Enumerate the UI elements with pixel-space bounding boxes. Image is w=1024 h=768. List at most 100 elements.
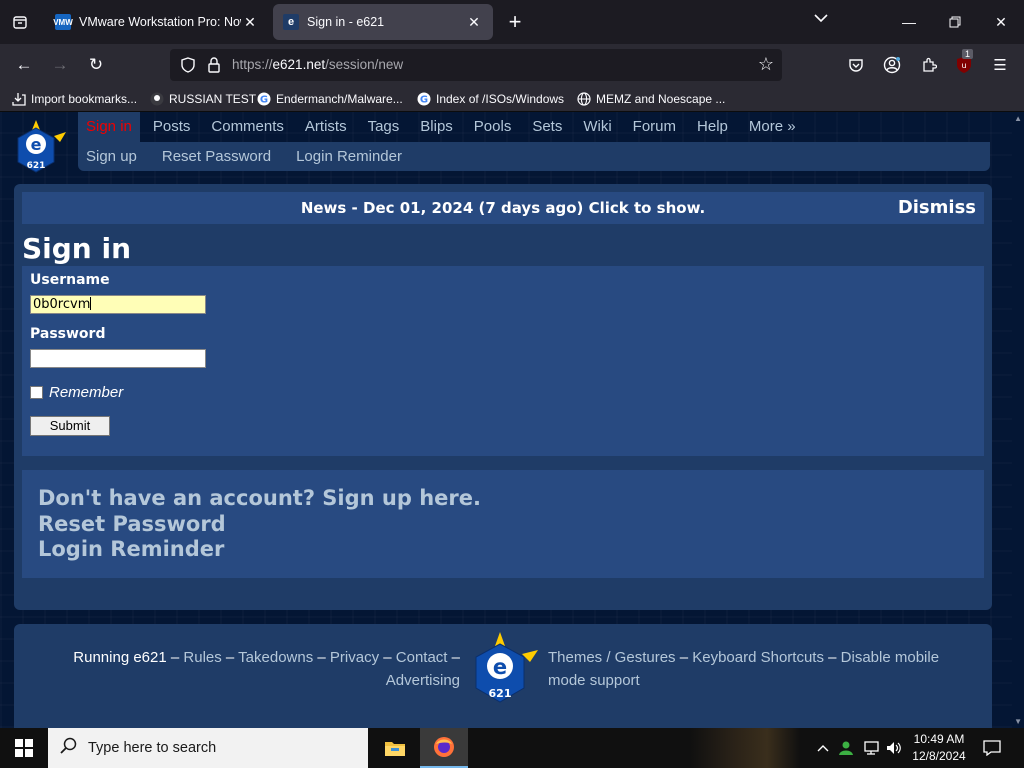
bookmark-label: Import bookmarks... xyxy=(31,92,138,106)
ublock-icon[interactable]: u 1 xyxy=(953,49,975,76)
menu-icon[interactable]: ☰ xyxy=(989,54,1011,76)
sub-nav: Sign up Reset Password Login Reminder xyxy=(78,142,990,171)
footer-contact-link[interactable]: Contact xyxy=(396,649,448,666)
bookmark-memz[interactable]: MEMZ and Noescape ... xyxy=(577,90,725,108)
account-icon[interactable] xyxy=(881,54,903,76)
e621-footer-logo[interactable]: e 621 xyxy=(470,630,540,710)
url-path: /session/new xyxy=(325,57,404,72)
login-reminder-link[interactable]: Login Reminder xyxy=(38,537,224,561)
reload-icon[interactable]: ↻ xyxy=(82,52,110,78)
nav-blips[interactable]: Blips xyxy=(412,112,461,142)
nav-comments[interactable]: Comments xyxy=(203,112,292,142)
close-window-icon[interactable]: ✕ xyxy=(986,8,1016,36)
dismiss-button[interactable]: Dismiss xyxy=(898,197,976,218)
footer-takedowns-link[interactable]: Takedowns xyxy=(238,649,313,666)
restore-icon[interactable] xyxy=(940,8,970,36)
file-explorer-icon[interactable] xyxy=(371,728,419,768)
user-status-icon[interactable] xyxy=(836,728,856,768)
shield-icon[interactable] xyxy=(180,57,196,78)
page-title: Sign in xyxy=(22,232,132,265)
volume-icon[interactable] xyxy=(884,728,904,768)
news-banner[interactable]: News - Dec 01, 2024 (7 days ago) Click t… xyxy=(22,192,984,224)
windows-start-icon[interactable] xyxy=(0,728,48,768)
url-text[interactable]: https://e621.net/session/new xyxy=(232,57,403,72)
url-domain: e621.net xyxy=(272,57,326,72)
lock-icon[interactable] xyxy=(206,56,222,79)
github-icon xyxy=(150,92,164,106)
nav-help[interactable]: Help xyxy=(689,112,736,142)
nav-sign-in[interactable]: Sign in xyxy=(78,112,140,142)
footer-separator: – xyxy=(317,649,326,666)
nav-wiki[interactable]: Wiki xyxy=(575,112,619,142)
bookmark-label: RUSSIAN TEST xyxy=(169,92,257,106)
submit-button[interactable]: Submit xyxy=(30,416,110,436)
address-bar[interactable]: https://e621.net/session/new ☆ xyxy=(170,49,782,81)
bookmarks-toolbar: Import bookmarks... RUSSIAN TEST G Ender… xyxy=(0,86,1024,112)
footer-shortcuts-link[interactable]: Keyboard Shortcuts xyxy=(692,649,824,666)
tab-list-icon[interactable] xyxy=(6,8,34,36)
back-icon[interactable]: ← xyxy=(10,52,38,78)
bookmark-import[interactable]: Import bookmarks... xyxy=(12,90,137,108)
remember-checkbox[interactable] xyxy=(30,386,43,399)
sign-in-form: Username 0b0rcvm Password Remember Submi… xyxy=(22,266,984,456)
password-label: Password xyxy=(30,326,106,342)
nav-forum[interactable]: Forum xyxy=(625,112,684,142)
subnav-login-reminder[interactable]: Login Reminder xyxy=(288,148,410,165)
nav-sets[interactable]: Sets xyxy=(524,112,570,142)
tab-vmware[interactable]: VMW VMware Workstation Pro: Now ✕ xyxy=(45,4,269,40)
footer-privacy-link[interactable]: Privacy xyxy=(330,649,379,666)
svg-text:u: u xyxy=(961,61,966,70)
firefox-taskbar-icon[interactable] xyxy=(420,728,468,768)
tab-title: Sign in - e621 xyxy=(307,15,385,29)
extensions-icon[interactable] xyxy=(918,54,940,76)
scroll-down-icon[interactable]: ▼ xyxy=(1014,717,1022,726)
tab-title: VMware Workstation Pro: Now xyxy=(79,15,241,29)
e621-logo[interactable]: e 621 xyxy=(14,118,68,176)
bookmark-endermanch[interactable]: G Endermanch/Malware... xyxy=(257,90,403,108)
footer-running: Running e621 xyxy=(73,649,167,666)
footer-themes-link[interactable]: Themes / Gestures xyxy=(548,649,676,666)
username-input[interactable]: 0b0rcvm xyxy=(30,295,206,314)
page-scrollbar[interactable]: ▲ ▼ xyxy=(1012,112,1024,728)
svg-text:621: 621 xyxy=(489,687,512,700)
nav-pools[interactable]: Pools xyxy=(466,112,520,142)
nav-artists[interactable]: Artists xyxy=(297,112,355,142)
minimize-icon[interactable]: — xyxy=(894,8,924,36)
svg-text:e: e xyxy=(493,655,507,679)
taskbar-clock[interactable]: 10:49 AM 12/8/2024 xyxy=(906,731,972,765)
pocket-icon[interactable] xyxy=(845,54,867,76)
reset-password-link[interactable]: Reset Password xyxy=(38,512,226,536)
password-input[interactable] xyxy=(30,349,206,368)
subnav-sign-up[interactable]: Sign up xyxy=(78,148,145,165)
clock-time: 10:49 AM xyxy=(913,732,965,746)
web-page: e 621 Sign in Posts Comments Artists Tag… xyxy=(0,112,1024,728)
subnav-reset-password[interactable]: Reset Password xyxy=(154,148,279,165)
notification-icon[interactable] xyxy=(980,728,1004,768)
close-tab-icon[interactable]: ✕ xyxy=(241,14,259,31)
nav-more[interactable]: More » xyxy=(741,112,804,142)
news-message[interactable]: News - Dec 01, 2024 (7 days ago) Click t… xyxy=(22,199,984,217)
footer-rules-link[interactable]: Rules xyxy=(183,649,221,666)
network-icon[interactable] xyxy=(860,728,882,768)
content-panel: News - Dec 01, 2024 (7 days ago) Click t… xyxy=(14,184,992,610)
svg-text:e: e xyxy=(31,135,42,154)
footer-advertising-link[interactable]: Advertising xyxy=(386,672,460,689)
sign-up-link[interactable]: Don't have an account? Sign up here. xyxy=(38,486,481,510)
close-tab-icon[interactable]: ✕ xyxy=(465,14,483,31)
tab-sign-in[interactable]: e Sign in - e621 ✕ xyxy=(273,4,493,40)
import-icon xyxy=(12,92,26,106)
forward-icon[interactable]: → xyxy=(46,52,74,78)
nav-tags[interactable]: Tags xyxy=(360,112,408,142)
remember-label[interactable]: Remember xyxy=(49,384,123,401)
bookmark-star-icon[interactable]: ☆ xyxy=(758,54,774,75)
bookmark-isos[interactable]: G Index of /ISOs/Windows xyxy=(417,90,564,108)
chevron-down-icon[interactable] xyxy=(814,10,828,26)
bookmark-russian-test[interactable]: RUSSIAN TEST xyxy=(150,90,256,108)
new-tab-icon[interactable]: + xyxy=(502,8,528,36)
tray-chevron-up-icon[interactable] xyxy=(814,728,832,768)
footer-separator: – xyxy=(679,649,689,666)
e621-icon: e xyxy=(283,14,299,30)
scroll-up-icon[interactable]: ▲ xyxy=(1014,114,1022,123)
nav-posts[interactable]: Posts xyxy=(145,112,199,142)
taskbar-search[interactable]: Type here to search xyxy=(48,728,368,768)
